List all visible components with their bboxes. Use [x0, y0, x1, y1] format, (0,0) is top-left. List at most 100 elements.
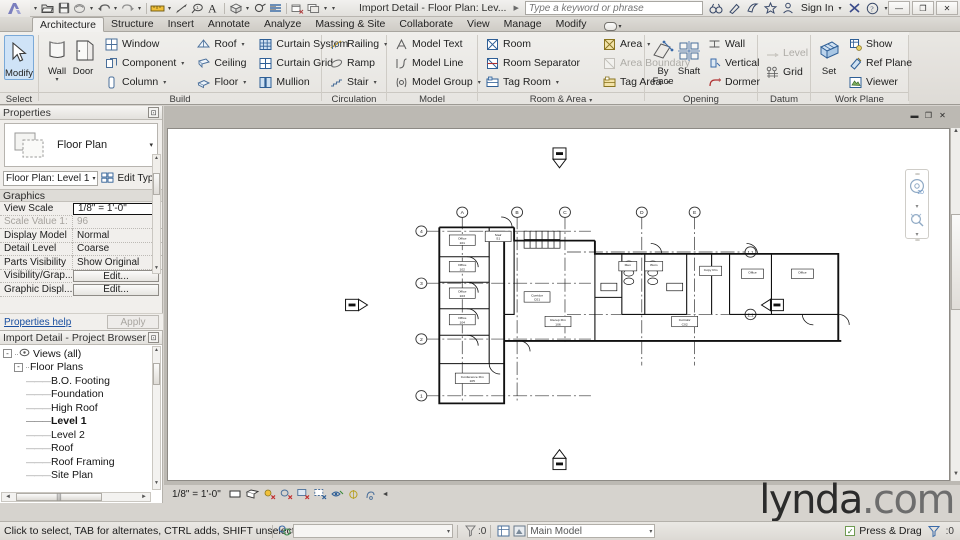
properties-scrollbar[interactable]: ▲ ▼	[152, 154, 161, 274]
switch-windows-caret-icon[interactable]: ▾	[322, 1, 329, 16]
canvas-scroll-thumb[interactable]	[951, 214, 960, 310]
type-selector-preview[interactable]: Floor Plan ▾	[4, 123, 158, 167]
tab-insert[interactable]: Insert	[161, 16, 201, 31]
tree-node-site-plan[interactable]: ——— Site Plan	[0, 469, 152, 483]
minimize-button[interactable]: —	[888, 1, 910, 15]
viewer-button[interactable]: Viewer	[846, 73, 916, 91]
measure-caret-icon[interactable]: ▾	[166, 1, 173, 16]
modify-button[interactable]: Modify	[4, 35, 34, 80]
browser-scroll-right-icon[interactable]: ►	[138, 494, 150, 500]
zoom-icon[interactable]	[908, 212, 926, 230]
drawing-area[interactable]: ▬ ❐ ✕ A B C D E 4 3 2 1 1.1 2.1 Office 1…	[164, 106, 960, 503]
search-binoculars-icon[interactable]	[709, 1, 724, 16]
worksets-icon[interactable]	[495, 524, 511, 538]
component-button[interactable]: Component ▾	[102, 54, 188, 72]
wall-button[interactable]: Wall ▾	[44, 34, 70, 83]
browser-scroll-down-icon[interactable]: ▼	[153, 480, 160, 489]
apply-button[interactable]: Apply	[107, 315, 159, 329]
visibility-graphics-edit-button[interactable]: Edit...	[73, 270, 159, 283]
floor-dropdown-caret-icon[interactable]: ▾	[243, 79, 246, 86]
grid-button[interactable]: Grid	[763, 63, 812, 81]
tab-modify[interactable]: Modify	[549, 16, 594, 31]
ref-plane-button[interactable]: Ref Plane	[846, 54, 916, 72]
main-model-caret-icon[interactable]: ▾	[649, 528, 652, 535]
properties-close-icon[interactable]: ⊡	[148, 107, 159, 118]
roof-dropdown-caret-icon[interactable]: ▾	[242, 41, 245, 48]
section-icon[interactable]	[252, 1, 267, 16]
set-workplane-button[interactable]: Set	[816, 34, 842, 77]
favorites-star-icon[interactable]	[763, 1, 778, 16]
revit-app-menu-button[interactable]	[0, 0, 30, 17]
property-row-graphic-display[interactable]: Graphic Displ... Edit...	[0, 283, 162, 297]
tab-massing-site[interactable]: Massing & Site	[308, 16, 392, 31]
tree-node-floor-plans[interactable]: - ·· Floor Plans	[0, 361, 152, 375]
tab-collaborate[interactable]: Collaborate	[392, 16, 460, 31]
tree-node-roof[interactable]: ——— Roof	[0, 442, 152, 456]
graphic-display-edit-button[interactable]: Edit...	[73, 283, 159, 296]
title-overflow-arrow-icon[interactable]: ▶	[513, 4, 518, 12]
type-selector-combo-caret-icon[interactable]: ▾	[89, 175, 95, 182]
search-input[interactable]	[528, 2, 699, 14]
room-area-panel-caret-icon[interactable]: ▾	[589, 98, 592, 104]
property-row-detail-level[interactable]: Detail Level Coarse	[0, 242, 162, 256]
steering-wheel-caret-icon[interactable]: ▾	[915, 203, 918, 210]
view-control-overflow-icon[interactable]: ◄	[382, 491, 389, 498]
shadows-off-icon[interactable]	[280, 488, 293, 501]
crop-view-off-icon[interactable]	[314, 488, 327, 501]
dormer-button[interactable]: Dormer	[705, 73, 764, 91]
search-box[interactable]	[524, 1, 703, 15]
temporary-hide-isolate-icon[interactable]	[348, 488, 361, 501]
navbar-handle-icon[interactable]	[914, 173, 920, 175]
tree-node-roof-framing[interactable]: ——— Roof Framing	[0, 455, 152, 469]
shaft-button[interactable]: Shaft	[676, 34, 702, 77]
default-3d-view-icon[interactable]	[228, 1, 243, 16]
property-row-parts-visibility[interactable]: Parts Visibility Show Original	[0, 256, 162, 270]
person-icon[interactable]	[781, 1, 796, 16]
model-line-button[interactable]: Model Line	[392, 54, 485, 72]
render-dialog-icon[interactable]	[297, 488, 310, 501]
component-dropdown-caret-icon[interactable]: ▾	[181, 60, 184, 67]
press-drag-checkbox[interactable]: ✓	[845, 526, 856, 536]
project-browser-vscrollbar[interactable]: ▲ ▼	[152, 346, 161, 490]
tree-node-bo-footing[interactable]: ——— B.O. Footing	[0, 374, 152, 388]
browser-scroll-up-icon[interactable]: ▲	[153, 347, 160, 356]
project-browser-close-icon[interactable]: ⊡	[148, 332, 159, 343]
by-face-button[interactable]: By Face	[650, 34, 676, 87]
property-row-display-model[interactable]: Display Model Normal	[0, 229, 162, 243]
detail-level-coarse-icon[interactable]	[229, 488, 242, 501]
thin-lines-icon[interactable]	[268, 1, 283, 16]
tab-architecture[interactable]: Architecture	[32, 17, 105, 32]
editable-only-filter-icon[interactable]	[462, 524, 478, 538]
design-options-status-icon[interactable]	[511, 524, 527, 538]
main-model-combo[interactable]: Main Model ▾	[527, 524, 656, 538]
tab-manage[interactable]: Manage	[497, 16, 549, 31]
qat-overflow-caret-icon[interactable]: ▾	[330, 1, 337, 16]
wall-dropdown-caret-icon[interactable]: ▾	[55, 77, 58, 83]
browser-scroll-thumb[interactable]	[153, 363, 160, 385]
properties-scroll-up-icon[interactable]: ▲	[153, 155, 160, 163]
graphics-group-header[interactable]: Graphics ⌃	[0, 189, 162, 202]
tree-node-level-1[interactable]: ——— Level 1	[0, 415, 152, 429]
floor-plan-canvas[interactable]: ABC DE 43 21 1.1 2.1 Office 101 Office 1…	[167, 128, 950, 481]
property-row-view-scale[interactable]: View Scale 1/8" = 1'-0"	[0, 202, 162, 216]
open-icon[interactable]	[40, 1, 55, 16]
window-button[interactable]: Window	[102, 35, 188, 53]
property-row-visibility-graphics[interactable]: Visibility/Grap... Edit...	[0, 270, 162, 283]
close-button[interactable]: ✕	[936, 1, 958, 15]
browser-hscroll-thumb[interactable]: |||	[16, 493, 102, 501]
canvas-vertical-scrollbar[interactable]: ▲ ▼	[950, 128, 960, 481]
type-selector-caret-icon[interactable]: ▾	[149, 141, 153, 149]
reveal-hidden-elements-icon[interactable]	[365, 488, 378, 501]
design-options-icon[interactable]	[277, 524, 293, 538]
navbar-handle-bottom-icon[interactable]	[914, 239, 920, 241]
redo-icon[interactable]	[120, 1, 135, 16]
sun-path-off-icon[interactable]	[263, 488, 276, 501]
type-selector-combo[interactable]: Floor Plan: Level 1 ▾	[3, 171, 99, 186]
tree-node-foundation[interactable]: ——— Foundation	[0, 388, 152, 402]
tab-analyze[interactable]: Analyze	[257, 16, 308, 31]
ribbon-minimize-icon[interactable]	[603, 22, 617, 31]
browser-scroll-left-icon[interactable]: ◄	[2, 494, 14, 500]
ceiling-button[interactable]: Ceiling	[194, 54, 250, 72]
sign-in-label[interactable]: Sign In	[801, 2, 834, 14]
room-button[interactable]: Room	[483, 35, 584, 53]
